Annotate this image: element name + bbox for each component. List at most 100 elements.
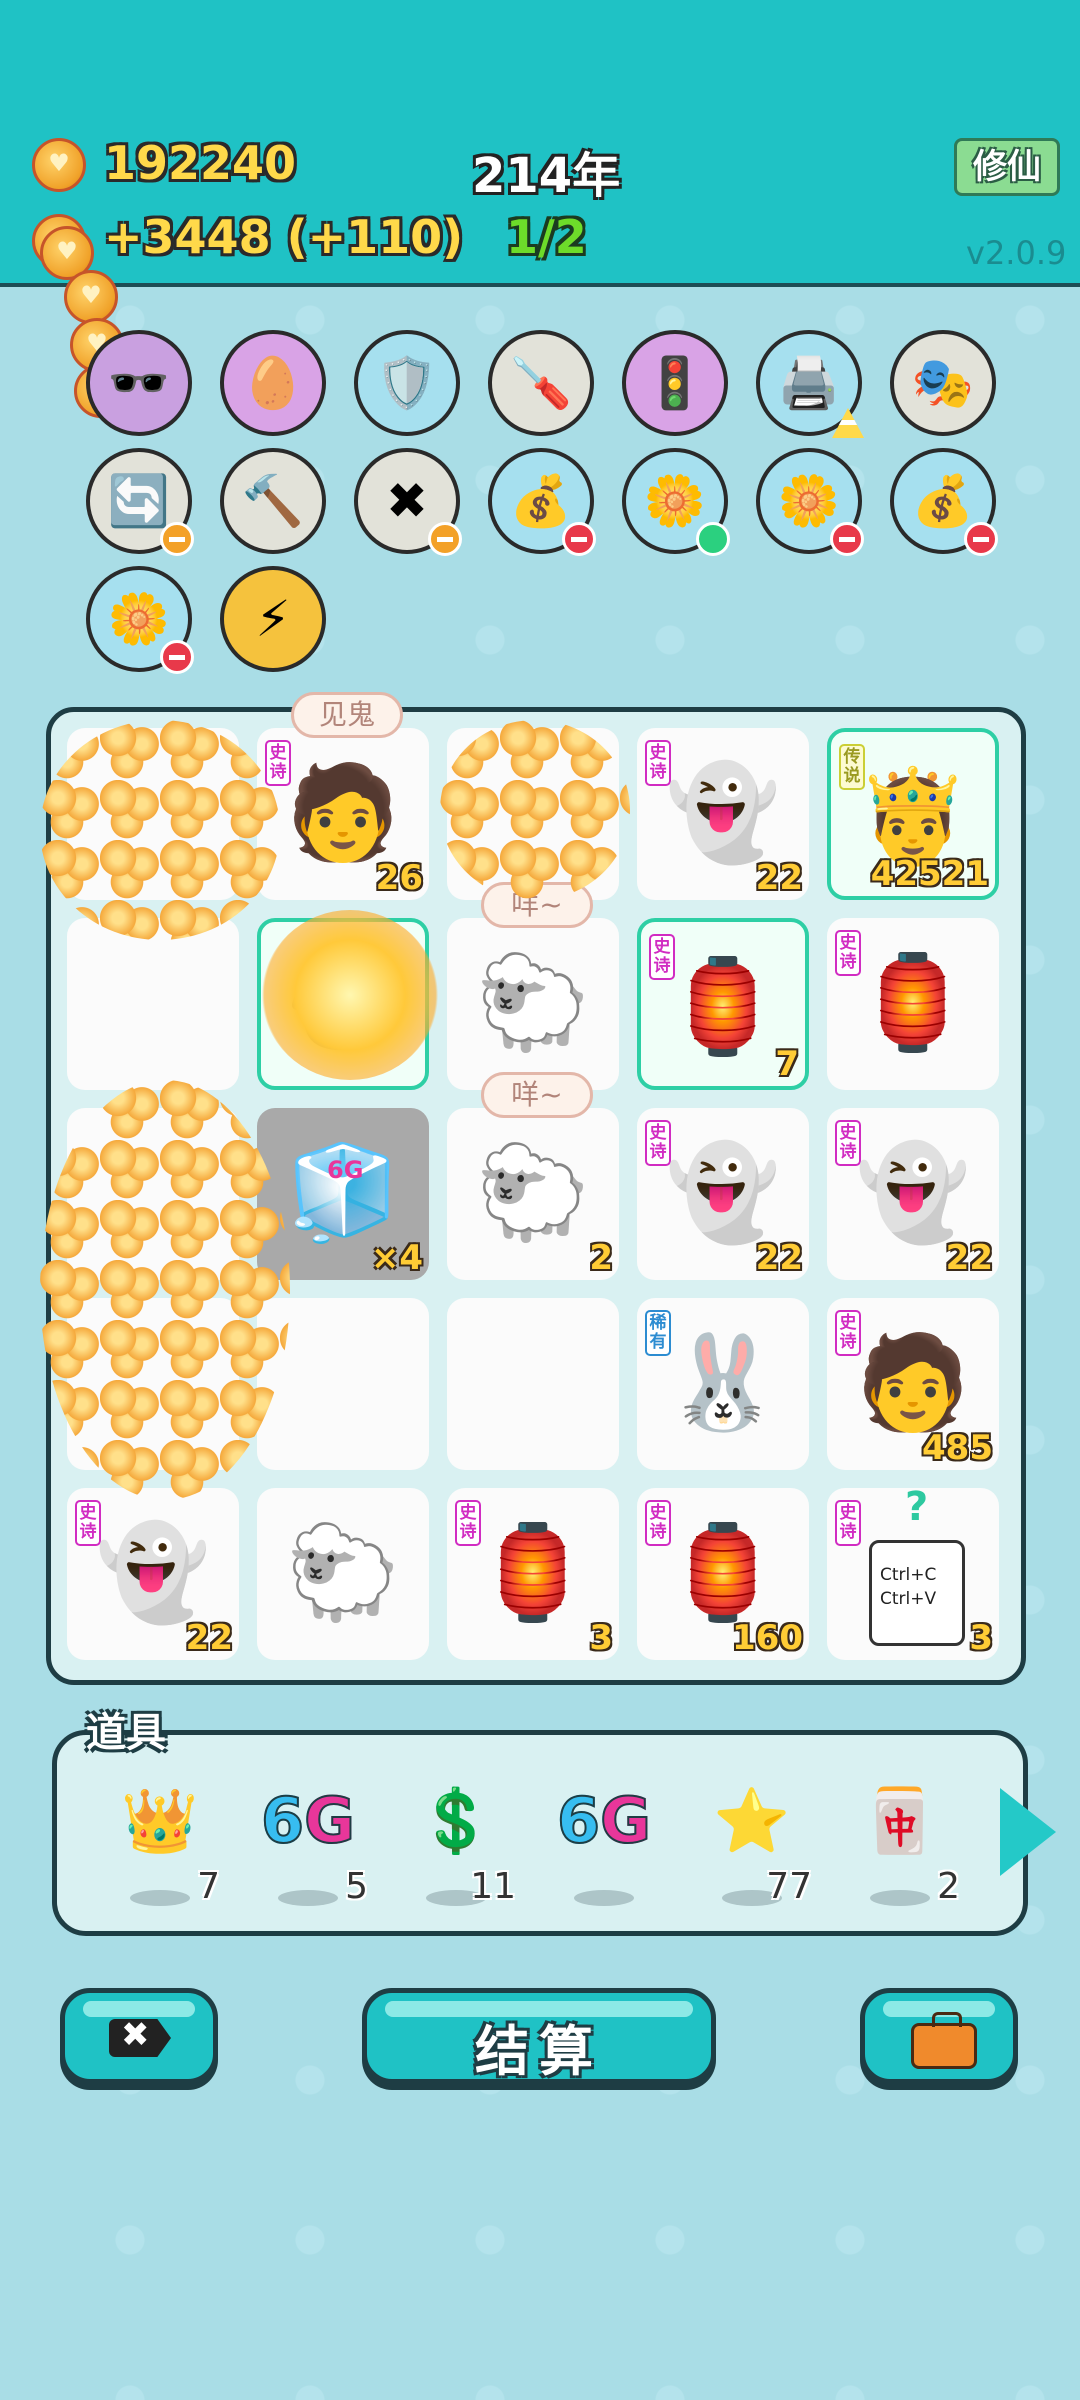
relic-flower-pot[interactable]: 🌼 bbox=[622, 448, 730, 556]
flower-pot-icon: 🌼 bbox=[777, 471, 841, 530]
rarity-tag: 史诗 bbox=[835, 1500, 861, 1546]
board-cell-rabbit-house[interactable]: 史诗 🏮 3 bbox=[447, 1488, 619, 1660]
traffic-light-ghost-icon: 🚦 bbox=[643, 353, 707, 412]
board-cell-ghost-man[interactable]: 史诗 🧑 485 bbox=[827, 1298, 999, 1470]
briefcase-icon bbox=[911, 2012, 977, 2069]
board-cell-ghost[interactable]: 史诗 👻 22 bbox=[637, 728, 809, 900]
board-cell-empty[interactable] bbox=[67, 918, 239, 1090]
cell-value: 160 bbox=[732, 1618, 803, 1658]
cell-value: 3 bbox=[969, 1618, 993, 1658]
item-count: 5 bbox=[345, 1866, 368, 1907]
question-mark-icon: ? bbox=[905, 1488, 929, 1530]
coin-burst-effect bbox=[40, 720, 280, 940]
remove-button[interactable]: ✖ bbox=[60, 1988, 218, 2084]
minus-badge bbox=[562, 522, 596, 556]
flower-pot-icon: 🌼 bbox=[643, 471, 707, 530]
relic-traffic-light-ghost[interactable]: 🚦 bbox=[622, 330, 728, 436]
relic-money-bag[interactable]: 💰 bbox=[488, 448, 596, 556]
shield-wrench-icon: 🛡️ bbox=[375, 353, 439, 412]
board-cell-sheep[interactable]: 🐑 bbox=[257, 1488, 429, 1660]
item-rare-cards[interactable]: 🀄 2 bbox=[840, 1770, 960, 1920]
board-cell-rabbit-house[interactable]: 史诗 🏮 bbox=[827, 918, 999, 1090]
items-title: 道具 bbox=[86, 1710, 166, 1756]
speech-bubble: 咩~ bbox=[481, 1072, 593, 1118]
board-cell-king[interactable]: 传说 🤴 42521 bbox=[827, 728, 999, 900]
relic-hammer[interactable]: 🔨 bbox=[220, 448, 326, 554]
coin-total: 192240 bbox=[104, 136, 297, 190]
board-cell-ghost[interactable]: 史诗 👻 22 bbox=[637, 1108, 809, 1280]
next-arrow-icon[interactable] bbox=[1000, 1788, 1056, 1876]
relic-lightning[interactable]: ⚡ bbox=[220, 566, 326, 672]
relic-recycle[interactable]: 🔄 bbox=[86, 448, 194, 556]
relic-printer[interactable]: 🖨️ bbox=[756, 330, 864, 438]
settle-button-label: 结算 bbox=[475, 2020, 603, 2083]
cultivation-button[interactable]: 修仙 bbox=[954, 138, 1060, 196]
star-icon: ⭐ bbox=[713, 1784, 791, 1857]
board-cell-copy-paste-card[interactable]: 史诗 Ctrl+C Ctrl+V? 3 bbox=[827, 1488, 999, 1660]
money-bag-icon: 💰 bbox=[509, 471, 573, 530]
board-cell-rabbit[interactable]: 稀有 🐰 bbox=[637, 1298, 809, 1470]
cell-value: 22 bbox=[755, 1238, 803, 1278]
minus-badge bbox=[830, 522, 864, 556]
relic-flower-pot[interactable]: 🌼 bbox=[86, 566, 194, 674]
sheep-icon: 🐑 bbox=[475, 949, 591, 1056]
remove-tag-icon: ✖ bbox=[109, 2019, 171, 2057]
copy-paste-card-icon: Ctrl+C Ctrl+V bbox=[869, 1540, 965, 1646]
board-cell-rabbit-house[interactable]: 史诗 🏮 160 bbox=[637, 1488, 809, 1660]
6g-icon: 6G bbox=[248, 1783, 368, 1858]
relic-flower-pot[interactable]: 🌼 bbox=[756, 448, 864, 556]
cell-value: 26 bbox=[375, 858, 423, 898]
item-star[interactable]: ⭐ 77 bbox=[692, 1770, 812, 1920]
speech-bubble: 见鬼 bbox=[291, 692, 403, 738]
crown-icon: 👑 bbox=[121, 1784, 199, 1857]
rare-cards-icon: 🀄 bbox=[861, 1784, 939, 1857]
ghost-man-icon: 🧑 bbox=[285, 759, 401, 866]
board-cell-ghost[interactable]: 史诗 👻 22 bbox=[67, 1488, 239, 1660]
sheep-icon: 🐑 bbox=[475, 1139, 591, 1246]
explosion-effect bbox=[262, 910, 438, 1080]
cell-value: 485 bbox=[922, 1428, 993, 1468]
board-cell-empty[interactable] bbox=[447, 1298, 619, 1470]
round-progress: 1/2 bbox=[506, 210, 587, 264]
relic-golden-mask[interactable]: 🎭 bbox=[890, 330, 996, 436]
item-shadow bbox=[130, 1890, 190, 1906]
relic-screwdriver[interactable]: 🪛 bbox=[488, 330, 594, 436]
hammer-icon: 🔨 bbox=[241, 471, 305, 530]
rabbit-house-icon: 🏮 bbox=[855, 949, 971, 1056]
item-dollar-coin[interactable]: 💲 11 bbox=[396, 1770, 516, 1920]
relic-sunglasses[interactable]: 🕶️ bbox=[86, 330, 192, 436]
ghost-icon: 👻 bbox=[665, 1139, 781, 1246]
printer-icon: 🖨️ bbox=[777, 353, 841, 412]
heart-badge bbox=[428, 522, 462, 556]
rabbit-house-icon: 🏮 bbox=[475, 1519, 591, 1626]
relic-egg[interactable]: 🥚 bbox=[220, 330, 326, 436]
board-cell-ghost-man[interactable]: 史诗 🧑 26 bbox=[257, 728, 429, 900]
rabbit-icon: 🐰 bbox=[665, 1329, 781, 1436]
remove-tag-icon: ✖ bbox=[386, 472, 428, 530]
coin-icon bbox=[64, 270, 118, 324]
board-cell-ghost[interactable]: 史诗 👻 22 bbox=[827, 1108, 999, 1280]
minus-badge bbox=[964, 522, 998, 556]
item-shadow bbox=[278, 1890, 338, 1906]
golden-mask-icon: 🎭 bbox=[911, 353, 975, 412]
bag-button[interactable] bbox=[860, 1988, 1018, 2084]
board-cell-sheep[interactable]: 🐑 2 bbox=[447, 1108, 619, 1280]
ghost-icon: 👻 bbox=[855, 1139, 971, 1246]
board-cell-rabbit-house[interactable]: 史诗 🏮 7 bbox=[637, 918, 809, 1090]
item-6g[interactable]: 6G 5 bbox=[248, 1770, 368, 1920]
settle-button[interactable]: 结算 bbox=[362, 1988, 716, 2084]
dollar-coin-icon: 💲 bbox=[417, 1784, 495, 1857]
relic-remove-tag[interactable]: ✖ bbox=[354, 448, 462, 556]
money-bag-icon: 💰 bbox=[911, 471, 975, 530]
coin-icon bbox=[32, 138, 86, 192]
item-count: 7 bbox=[197, 1866, 220, 1907]
green-badge bbox=[696, 522, 730, 556]
cell-value: 22 bbox=[755, 858, 803, 898]
item-crown[interactable]: 👑 7 bbox=[100, 1770, 220, 1920]
relic-money-bag[interactable]: 💰 bbox=[890, 448, 998, 556]
item-6g[interactable]: 6G bbox=[544, 1770, 664, 1920]
card-text: Ctrl+C bbox=[880, 1565, 937, 1585]
board-cell-sheep[interactable]: 🐑 bbox=[447, 918, 619, 1090]
sheep-icon: 🐑 bbox=[285, 1519, 401, 1626]
relic-shield-wrench[interactable]: 🛡️ bbox=[354, 330, 460, 436]
